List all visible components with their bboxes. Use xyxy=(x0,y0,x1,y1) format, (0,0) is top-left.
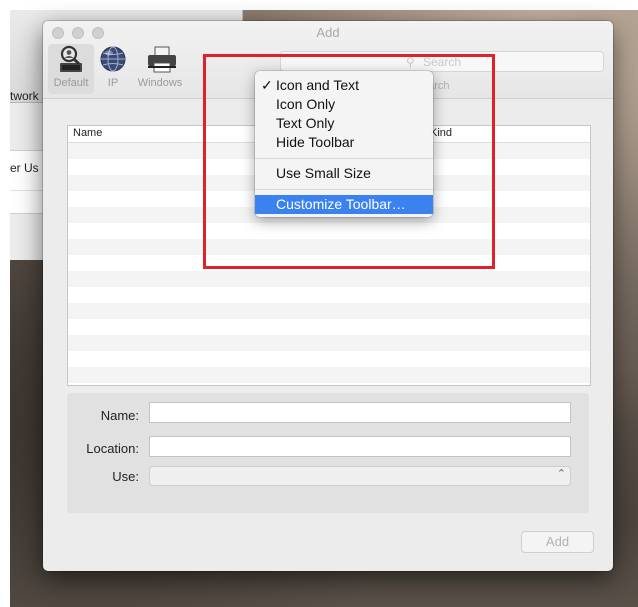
column-header-name[interactable]: Name xyxy=(73,127,102,139)
table-row xyxy=(68,303,590,319)
toolbar-windows[interactable]: Windows xyxy=(131,44,189,89)
table-row xyxy=(68,335,590,351)
annotation-highlight-box xyxy=(203,54,495,269)
background-list-row xyxy=(10,190,43,213)
table-row xyxy=(68,271,590,287)
name-field[interactable] xyxy=(149,402,571,423)
toolbar-default-label: Default xyxy=(53,77,89,89)
globe-icon xyxy=(98,44,128,74)
table-row xyxy=(68,367,590,383)
printer-icon xyxy=(145,44,176,74)
table-row xyxy=(68,319,590,335)
toolbar-windows-label: Windows xyxy=(137,77,183,89)
use-select[interactable]: ⌃ xyxy=(149,466,571,486)
name-label: Name: xyxy=(100,408,139,423)
magnifier-person-icon xyxy=(56,44,86,74)
location-label: Location: xyxy=(86,441,139,456)
toolbar-default[interactable]: Default xyxy=(48,44,94,94)
chevron-updown-icon: ⌃ xyxy=(556,468,566,480)
table-row xyxy=(68,351,590,367)
add-button[interactable]: Add xyxy=(521,531,594,553)
window-title: Add xyxy=(316,25,340,40)
printer-details-form: Name: Location: Use: ⌃ xyxy=(67,393,589,513)
background-user-label: er Us xyxy=(10,161,39,175)
toolbar-ip[interactable]: IP xyxy=(95,44,131,89)
location-field[interactable] xyxy=(149,436,571,457)
use-label: Use: xyxy=(112,469,139,484)
toolbar-ip-label: IP xyxy=(107,77,119,89)
table-row xyxy=(68,287,590,303)
background-network-label: twork xyxy=(10,89,39,103)
